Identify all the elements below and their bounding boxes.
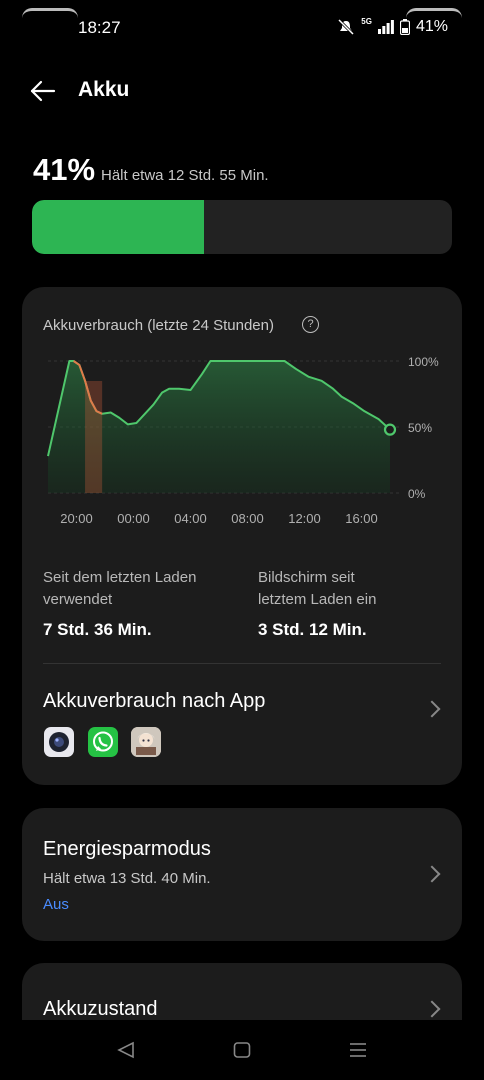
question-icon[interactable]: ? <box>302 316 319 333</box>
battery-level-fill <box>32 200 205 254</box>
battery-remaining-time: Hält etwa 12 Std. 55 Min. <box>101 167 269 184</box>
y-tick-label: 100% <box>408 355 439 369</box>
camera-app-icon <box>44 727 74 757</box>
status-battery-text: 41% <box>415 18 448 35</box>
y-tick-label: 50% <box>408 421 432 435</box>
battery-usage-chart[interactable]: 100% 50% 0% 20:00 00:00 04:00 08:00 12:00 16:00 <box>22 347 462 537</box>
whatsapp-app-icon <box>88 727 118 757</box>
power-saving-subtitle: Hält etwa 13 Std. 40 Min. <box>43 870 211 887</box>
home-nav-icon[interactable] <box>232 1040 252 1060</box>
navigation-bar <box>0 1020 484 1080</box>
power-saving-state: Aus <box>43 896 69 913</box>
menu-nav-icon[interactable] <box>348 1040 368 1060</box>
back-nav-icon[interactable] <box>116 1040 136 1060</box>
status-time: 18:27 <box>78 18 121 37</box>
screen-corner-right <box>406 8 462 18</box>
x-tick-label: 20:00 <box>60 511 93 526</box>
stat-value-screen: 3 Std. 12 Min. <box>258 620 367 639</box>
status-bar: 18:27 5G 41% <box>0 0 484 50</box>
chevron-right-icon <box>423 1000 441 1018</box>
x-tick-label: 00:00 <box>117 511 150 526</box>
chart-title: Akkuverbrauch (letzte 24 Stunden) <box>43 317 274 334</box>
battery-level-bar <box>32 200 452 254</box>
power-saving-title: Energiesparmodus <box>43 838 211 860</box>
battery-usage-card: Akkuverbrauch (letzte 24 Stunden) ? 100%… <box>22 287 462 785</box>
power-saving-card[interactable]: Energiesparmodus Hält etwa 13 Std. 40 Mi… <box>22 808 462 941</box>
y-tick-label: 0% <box>408 487 426 501</box>
stat-label-usage-line2: verwendet <box>43 591 113 608</box>
stat-value-usage: 7 Std. 36 Min. <box>43 620 152 639</box>
current-level-point <box>383 423 397 436</box>
battery-icon <box>399 19 410 35</box>
stat-label-screen-line2: letztem Laden ein <box>258 591 377 608</box>
mute-bell-icon <box>338 19 355 35</box>
page-title: Akku <box>78 78 130 101</box>
app-header: Akku <box>0 72 484 112</box>
app-usage-title: Akkuverbrauch nach App <box>43 690 266 712</box>
signal-icon <box>377 20 394 34</box>
back-arrow-icon[interactable] <box>28 76 58 106</box>
x-tick-label: 12:00 <box>288 511 321 526</box>
battery-health-title: Akkuzustand <box>43 998 158 1020</box>
stat-label-usage-line1: Seit dem letzten Laden <box>43 569 197 586</box>
chevron-right-icon <box>423 700 441 718</box>
x-tick-label: 04:00 <box>174 511 207 526</box>
screen-corner-left <box>22 8 78 18</box>
battery-percent: 41% <box>33 152 96 187</box>
x-tick-label: 08:00 <box>231 511 264 526</box>
status-icons: 5G 41% <box>337 16 448 36</box>
app-usage-row[interactable]: Akkuverbrauch nach App <box>22 664 462 784</box>
x-tick-label: 16:00 <box>345 511 378 526</box>
chevron-right-icon <box>423 865 441 883</box>
game-app-icon <box>131 727 161 757</box>
network-type: 5G <box>361 16 372 26</box>
stat-label-screen-line1: Bildschirm seit <box>258 569 355 586</box>
charging-highlight <box>85 381 103 493</box>
